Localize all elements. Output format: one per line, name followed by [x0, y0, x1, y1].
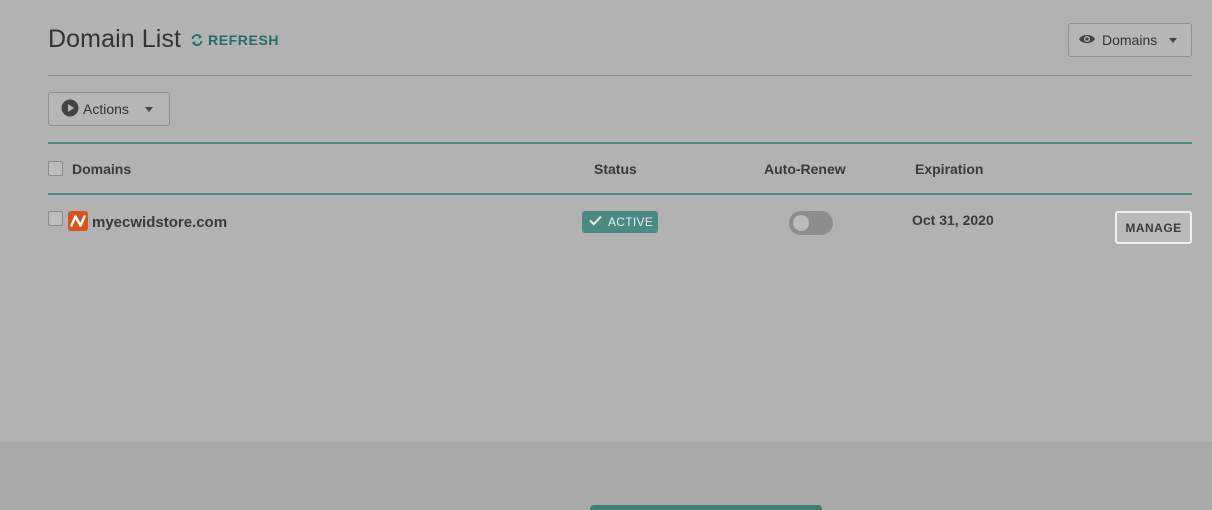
view-dropdown-label: Domains [1102, 32, 1158, 48]
table-header-bottom-rule [48, 193, 1192, 195]
checkmark-icon [589, 215, 602, 229]
refresh-button[interactable]: REFRESH [190, 32, 279, 48]
chevron-down-icon [1169, 37, 1178, 43]
actions-label: Actions [83, 101, 129, 117]
column-header-domains[interactable]: Domains [72, 161, 131, 177]
view-dropdown[interactable]: Domains [1068, 23, 1192, 57]
column-header-auto-renew[interactable]: Auto-Renew [764, 161, 846, 177]
column-header-expiration[interactable]: Expiration [915, 161, 983, 177]
footer-band [0, 442, 1212, 510]
select-all-checkbox[interactable] [48, 161, 63, 176]
eye-icon [1078, 32, 1096, 48]
actions-dropdown[interactable]: Actions [48, 92, 170, 126]
column-header-status[interactable]: Status [594, 161, 637, 177]
table-header-top-rule [48, 142, 1192, 144]
header-divider [48, 75, 1192, 76]
row-checkbox[interactable] [48, 211, 63, 226]
manage-button[interactable]: MANAGE [1115, 211, 1192, 244]
domain-list-page: Domain List REFRESH Domains Actions Doma… [0, 0, 1212, 442]
page-title: Domain List [48, 25, 182, 53]
namecheap-logo-icon [68, 211, 88, 231]
auto-renew-toggle[interactable] [789, 211, 833, 235]
status-badge: ACTIVE [582, 211, 658, 233]
refresh-label: REFRESH [208, 32, 280, 48]
domain-link[interactable]: myecwidstore.com [92, 214, 227, 231]
refresh-icon [190, 34, 204, 46]
play-circle-icon [61, 99, 79, 120]
chevron-down-icon [144, 106, 153, 112]
footer-primary-button[interactable] [590, 505, 822, 510]
expiration-date: Oct 31, 2020 [912, 212, 994, 228]
toggle-knob [793, 215, 809, 231]
status-label: ACTIVE [608, 215, 654, 229]
